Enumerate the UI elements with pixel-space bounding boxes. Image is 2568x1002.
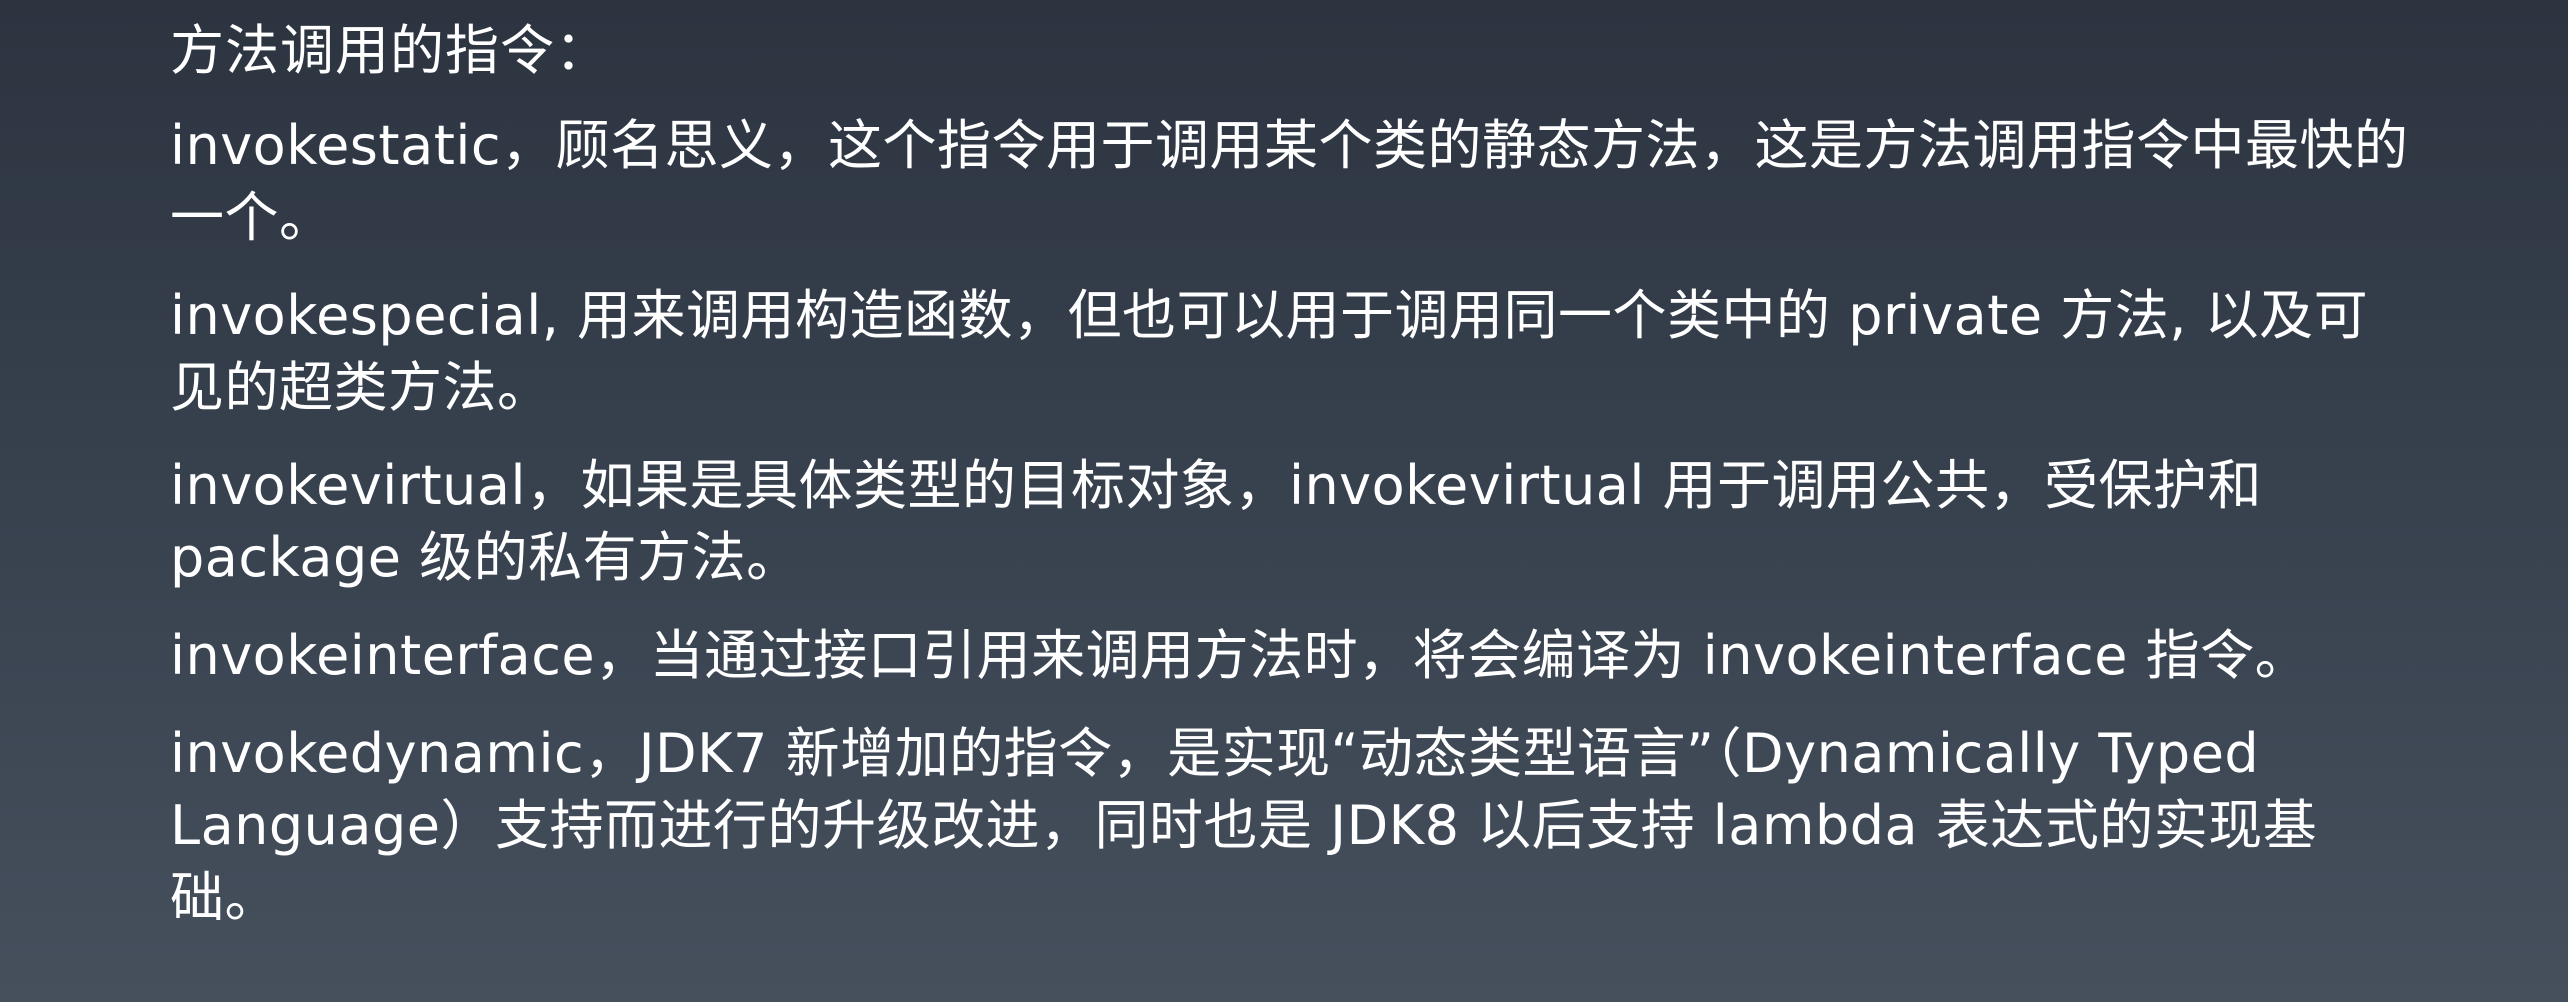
- paragraph-invokedynamic: invokedynamic，JDK7 新增加的指令，是实现“动态类型语言”（Dy…: [170, 722, 2318, 929]
- paragraph-invokeinterface: invokeinterface，当通过接口引用来调用方法时，将会编译为 invo…: [170, 624, 2310, 687]
- paragraph-invokespecial: invokespecial, 用来调用构造函数，但也可以用于调用同一个类中的 p…: [170, 284, 2369, 419]
- slide-content: 方法调用的指令： invokestatic，顾名思义，这个指令用于调用某个类的静…: [170, 14, 2420, 960]
- paragraph-invokevirtual: invokevirtual，如果是具体类型的目标对象，invokevirtual…: [170, 454, 2263, 589]
- slide-heading: 方法调用的指令：: [170, 19, 610, 82]
- paragraph-invokestatic: invokestatic，顾名思义，这个指令用于调用某个类的静态方法，这是方法调…: [170, 114, 2409, 249]
